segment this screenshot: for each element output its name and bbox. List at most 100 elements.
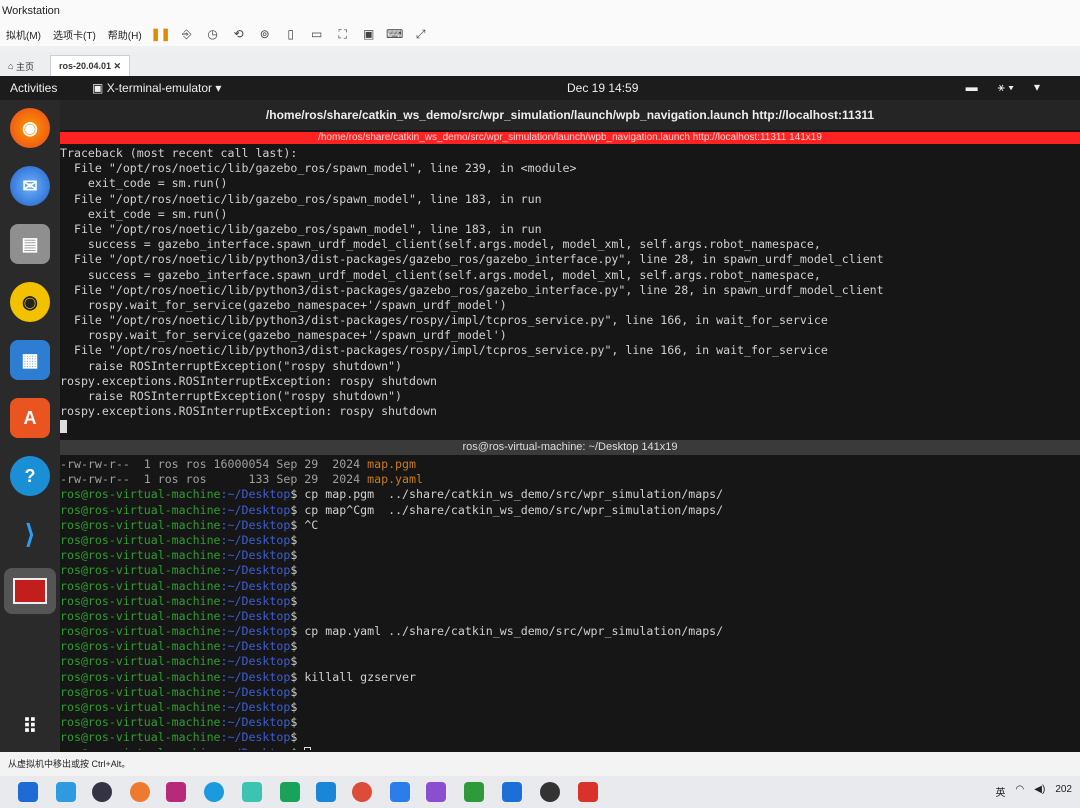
menu-tabs[interactable]: 选项卡(T) (47, 27, 102, 42)
rhythmbox-icon[interactable]: ◉ (10, 282, 50, 322)
start-icon[interactable] (18, 782, 38, 802)
prompt-line: ros@ros-virtual-machine:~/Desktop$ cp ma… (60, 487, 1080, 502)
prompt-symbol: $ (290, 608, 305, 623)
active-prompt-line[interactable]: ros@ros-virtual-machine:~/Desktop$ (60, 746, 1080, 750)
terminator-icon[interactable] (4, 568, 56, 614)
vscode-icon[interactable]: ⟩ (10, 514, 50, 554)
pane2-titlebar[interactable]: ros@ros-virtual-machine: ~/Desktop 141x1… (60, 440, 1080, 455)
writer-icon[interactable]: ▦ (10, 340, 50, 380)
show-apps-icon[interactable]: ⠿ (10, 706, 50, 746)
accessibility-icon[interactable]: ⚹ ▾ (998, 80, 1014, 95)
tab-vm[interactable]: ros-20.04.01 ✕ (49, 55, 131, 76)
window-switch-icon[interactable]: ▬ (966, 80, 978, 95)
ls-filename: map.pgm (367, 457, 416, 471)
stretch-icon[interactable]: ⤢ (414, 27, 428, 41)
edge-icon[interactable] (204, 782, 224, 802)
menu-help[interactable]: 帮助(H) (102, 27, 148, 42)
terminal-line: rospy.wait_for_service(gazebo_namespace+… (60, 328, 507, 343)
terminal-line: File "/opt/ros/noetic/lib/gazebo_ros/spa… (60, 221, 542, 236)
prompt-line: ros@ros-virtual-machine:~/Desktop$ (60, 563, 1080, 578)
wifi-icon[interactable]: ◠ (1016, 784, 1025, 799)
ls-meta: -rw-rw-r-- 1 ros ros 16000054 Sep 29 202… (60, 457, 368, 471)
pane2-output[interactable]: -rw-rw-r-- 1 ros ros 16000054 Sep 29 202… (60, 457, 1080, 750)
prompt-user: ros@ros-virtual-machine (60, 593, 221, 608)
app-icon-13[interactable] (502, 782, 522, 802)
app-icon-10[interactable] (390, 782, 410, 802)
terminal-line: raise ROSInterruptException("rospy shutd… (60, 358, 403, 373)
app-icon-7[interactable] (280, 782, 300, 802)
prompt-user: ros@ros-virtual-machine (60, 639, 221, 654)
app-icon-6[interactable] (242, 782, 262, 802)
app-icon-14[interactable] (540, 782, 560, 802)
terminal-icon: ▣ (92, 81, 104, 95)
manage-snapshots-icon[interactable]: ⊚ (258, 27, 272, 41)
prompt-line: ros@ros-virtual-machine:~/Desktop$ ^C (60, 518, 1080, 533)
prompt-symbol: $ (290, 669, 305, 684)
menu-vm[interactable]: 拟机(M) (0, 27, 47, 42)
clock[interactable]: Dec 19 14:59 (567, 81, 638, 95)
volume-icon[interactable]: ◀) (1034, 784, 1045, 799)
software-center-icon[interactable]: A (10, 398, 50, 438)
help-icon[interactable]: ? (10, 456, 50, 496)
prompt-path: :~/Desktop (220, 608, 291, 623)
wps-icon[interactable] (578, 782, 598, 802)
visual-studio-icon[interactable] (426, 782, 446, 802)
terminal-line: rospy.exceptions.ROSInterruptException: … (60, 404, 437, 419)
system-tray[interactable]: ▬ ⚹ ▾ ▾ (966, 80, 1040, 95)
pane1-titlebar[interactable]: /home/ros/share/catkin_ws_demo/src/wpr_s… (60, 132, 1080, 144)
revert-snapshot-icon[interactable]: ⟲ (232, 27, 246, 41)
fullscreen-icon[interactable]: ⛶ (336, 27, 350, 41)
terminal-window[interactable]: /home/ros/share/catkin_ws_demo/src/wpr_s… (60, 100, 1080, 752)
prompt-symbol: $ (290, 487, 305, 502)
library-icon[interactable]: ▯ (284, 27, 298, 41)
prompt-user: ros@ros-virtual-machine (60, 517, 221, 532)
power-menu-icon[interactable]: ▾ (1034, 80, 1040, 95)
app-menu[interactable]: ▣ X-terminal-emulator ▾ (92, 81, 221, 95)
prompt-line: ros@ros-virtual-machine:~/Desktop$ cp ma… (60, 624, 1080, 639)
prompt-path: :~/Desktop (220, 715, 291, 730)
prompt-user: ros@ros-virtual-machine (60, 548, 221, 563)
files-icon[interactable]: ▤ (10, 224, 50, 264)
prompt-symbol: $ (290, 654, 305, 669)
vmware-icon[interactable] (464, 782, 484, 802)
prompt-symbol: $ (290, 639, 305, 654)
console-icon[interactable]: ⌨ (386, 27, 403, 41)
prompt-symbol: $ (290, 684, 305, 699)
app-icon-4[interactable] (166, 782, 186, 802)
app-icon-1[interactable] (56, 782, 76, 802)
thumbnail-icon[interactable]: ▭ (310, 27, 324, 41)
activities-button[interactable]: Activities (10, 81, 57, 95)
prompt-user: ros@ros-virtual-machine (60, 608, 221, 623)
prompt-path: :~/Desktop (220, 517, 291, 532)
tab-home[interactable]: ⌂ 主页 (0, 56, 42, 76)
unity-icon[interactable]: ▣ (362, 27, 376, 41)
ime-indicator[interactable]: 英 (996, 784, 1006, 799)
prompt-path: :~/Desktop (220, 669, 291, 684)
snapshot-icon[interactable]: ◷ (206, 27, 220, 41)
prompt-line: ros@ros-virtual-machine:~/Desktop$ (60, 654, 1080, 669)
thunderbird-icon[interactable]: ✉ (10, 166, 50, 206)
prompt-user: ros@ros-virtual-machine (60, 624, 221, 639)
windows-taskbar: 英 ◠ ◀) 202 (0, 776, 1080, 808)
pane1-output[interactable]: Traceback (most recent call last): File … (60, 146, 1080, 438)
prompt-line: ros@ros-virtual-machine:~/Desktop$ (60, 685, 1080, 700)
prompt-user: ros@ros-virtual-machine (60, 730, 221, 745)
close-icon[interactable]: ✕ (114, 61, 122, 72)
pause-icon[interactable]: ❚❚ (151, 27, 171, 41)
clock-year: 202 (1055, 784, 1072, 795)
prompt-symbol: $ (290, 624, 305, 639)
send-keys-icon[interactable]: ⎆ (180, 27, 194, 41)
terminal-line: File "/opt/ros/noetic/lib/python3/dist-p… (60, 343, 828, 358)
app-icon-3[interactable] (130, 782, 150, 802)
prompt-symbol: $ (290, 700, 305, 714)
app-icon-2[interactable] (92, 782, 112, 802)
chrome-icon[interactable] (352, 782, 372, 802)
prompt-path: :~/Desktop (220, 639, 291, 654)
command-text: cp map^Cgm ../share/catkin_ws_demo/src/w… (304, 502, 724, 517)
command-text: cp map.pgm ../share/catkin_ws_demo/src/w… (304, 487, 724, 502)
prompt-symbol: $ (290, 563, 305, 578)
home-icon: ⌂ (8, 61, 14, 71)
firefox-icon[interactable]: ◉ (10, 108, 50, 148)
mail-icon[interactable] (316, 782, 336, 802)
prompt-line: ros@ros-virtual-machine:~/Desktop$ (60, 700, 1080, 715)
